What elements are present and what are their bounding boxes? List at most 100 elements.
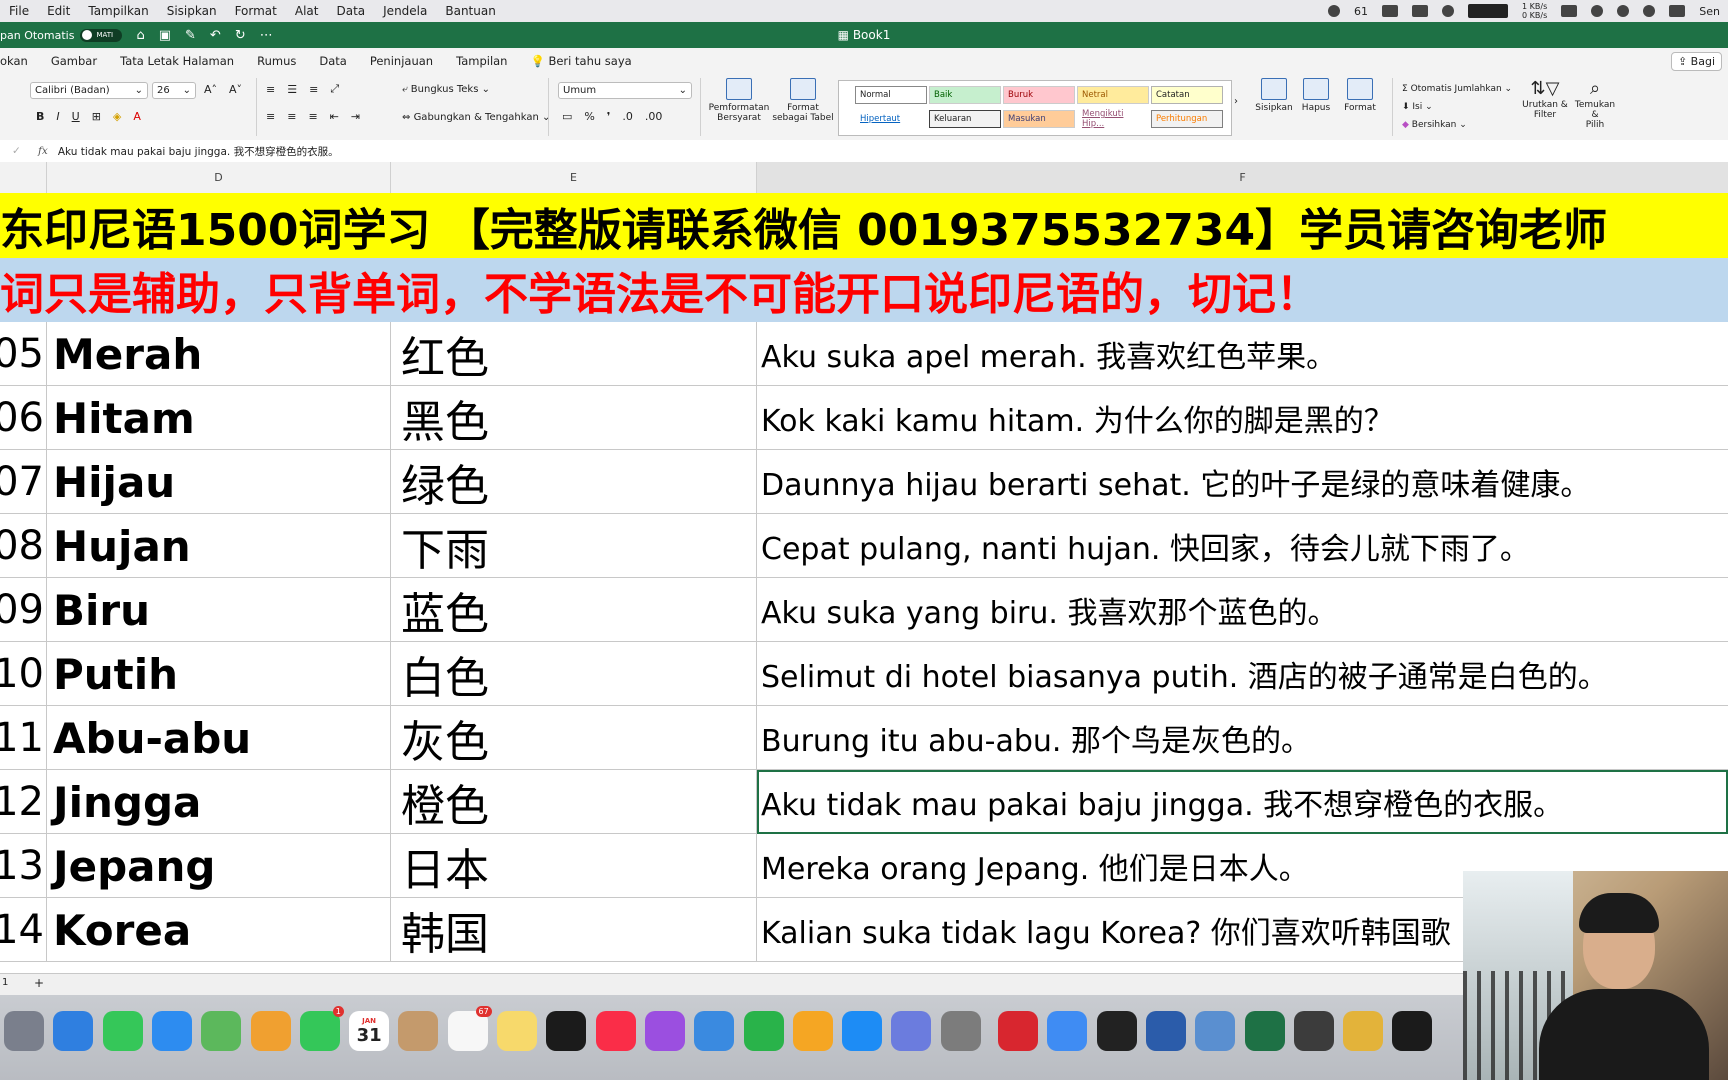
increase-font-icon[interactable]: A˄ [204, 83, 217, 96]
bluetooth-icon[interactable] [1591, 5, 1604, 17]
chinese-meaning-cell[interactable]: 蓝色 [391, 578, 757, 642]
safari-icon[interactable] [53, 1011, 94, 1051]
checkmark-icon[interactable]: ✓ [12, 145, 21, 157]
row-number-cell[interactable]: 13 [0, 834, 47, 898]
sort-filter-button[interactable]: ⇅▽ Urutkan & Filter [1520, 78, 1570, 120]
insert-cells-button[interactable]: Sisipkan [1252, 78, 1296, 113]
align-top-icon[interactable]: ≡ [266, 83, 275, 96]
more-icon[interactable]: ⋯ [260, 28, 273, 43]
align-bottom-icon[interactable]: ≡ [309, 83, 318, 96]
indonesian-word-cell[interactable]: Abu-abu [47, 706, 391, 770]
add-sheet-button[interactable]: + [34, 976, 44, 990]
indent-increase-icon[interactable]: ⇥ [351, 110, 360, 123]
app-store-icon[interactable] [842, 1011, 883, 1051]
style-calculation[interactable]: Perhitungan [1151, 110, 1223, 128]
chinese-meaning-cell[interactable]: 日本 [391, 834, 757, 898]
camera-icon[interactable] [1412, 5, 1429, 17]
row-number-cell[interactable]: 08 [0, 514, 47, 578]
save-icon[interactable]: ▣ [159, 28, 171, 43]
wps-icon[interactable] [998, 1011, 1038, 1051]
tab-formulas[interactable]: Rumus [257, 54, 309, 68]
system-settings-icon[interactable] [940, 1011, 981, 1051]
cloud-icon[interactable] [1442, 5, 1455, 17]
title-banner[interactable]: 东印尼语1500词学习 【完整版请联系微信 0019375532734】学员请咨… [0, 193, 1728, 258]
example-sentence-cell[interactable]: Kok kaki kamu hitam. 为什么你的脚是黑的？ [757, 386, 1728, 450]
chinese-meaning-cell[interactable]: 灰色 [391, 706, 757, 770]
formula-input[interactable]: Aku tidak mau pakai baju jingga. 我不想穿橙色的… [58, 144, 339, 159]
notes-icon[interactable] [497, 1011, 537, 1051]
orientation-icon[interactable]: ⤢ [330, 82, 339, 96]
tab-insert[interactable]: okan [0, 54, 41, 68]
row-number-cell[interactable]: 09 [0, 578, 47, 642]
reminders-icon[interactable]: 67 [447, 1006, 492, 1051]
activity-monitor-icon[interactable] [1096, 1011, 1137, 1051]
menu-view[interactable]: Tampilkan [79, 4, 157, 18]
number-format-dropdown[interactable]: Umum ⌄ [558, 82, 692, 99]
menu-file[interactable]: File [0, 4, 38, 18]
style-note[interactable]: Catatan [1151, 86, 1223, 104]
indonesian-word-cell[interactable]: Jepang [47, 834, 391, 898]
menu-tools[interactable]: Alat [286, 4, 328, 18]
style-normal[interactable]: Normal [855, 86, 927, 104]
chinese-meaning-cell[interactable]: 绿色 [391, 450, 757, 514]
workbook-name[interactable]: Book1 [853, 28, 891, 42]
increase-decimal-icon[interactable]: .0 [622, 110, 633, 123]
column-header-d[interactable]: D [47, 162, 391, 193]
column-header-f[interactable]: F [757, 162, 1728, 193]
music-icon[interactable] [595, 1011, 636, 1051]
excel-icon[interactable] [1244, 1011, 1285, 1051]
font-size-dropdown[interactable]: 26 ⌄ [152, 82, 196, 99]
indonesian-word-cell[interactable]: Putih [47, 642, 391, 706]
mail-icon[interactable] [151, 1011, 192, 1051]
tab-data[interactable]: Data [319, 54, 359, 68]
style-followed-hyperlink[interactable]: Mengikuti Hip... [1077, 109, 1149, 129]
keynote-icon[interactable] [694, 1011, 735, 1051]
share-button[interactable]: ⇪ Bagi [1670, 52, 1722, 71]
chinese-meaning-cell[interactable]: 红色 [391, 322, 757, 386]
indent-decrease-icon[interactable]: ⇤ [330, 110, 339, 123]
row-number-cell[interactable]: 06 [0, 386, 47, 450]
tab-view[interactable]: Tampilan [456, 54, 520, 68]
search-icon[interactable] [1643, 5, 1656, 17]
podcasts-icon[interactable] [644, 1011, 685, 1051]
tv-icon[interactable] [546, 1011, 587, 1051]
menu-insert[interactable]: Sisipkan [158, 4, 226, 18]
tell-me[interactable]: 💡 Beri tahu saya [530, 54, 644, 68]
style-output[interactable]: Keluaran [929, 110, 1001, 128]
battery-icon[interactable] [1561, 5, 1578, 17]
control-center-icon[interactable] [1669, 5, 1686, 17]
styles-more-icon[interactable]: › [1234, 96, 1238, 107]
undo-icon[interactable]: ↶ [210, 28, 221, 43]
autosave-toggle[interactable]: MATI [80, 28, 123, 42]
find-select-button[interactable]: ⌕ Temukan & Pilih [1570, 78, 1620, 130]
style-good[interactable]: Baik [929, 86, 1001, 104]
fill-color-icon[interactable]: ◈ [113, 110, 121, 123]
column-header-c[interactable] [0, 162, 47, 193]
conditional-formatting-button[interactable]: Pemformatan Bersyarat [708, 78, 770, 123]
font-name-dropdown[interactable]: Calibri (Badan) ⌄ [30, 82, 148, 99]
style-input[interactable]: Masukan [1003, 110, 1075, 128]
italic-button[interactable]: I [56, 110, 59, 123]
row-number-cell[interactable]: 05 [0, 322, 47, 386]
menu-edit[interactable]: Edit [38, 4, 79, 18]
format-cells-button[interactable]: Format [1338, 78, 1382, 113]
chinese-meaning-cell[interactable]: 韩国 [391, 898, 757, 962]
format-as-table-button[interactable]: Format sebagai Tabel [772, 78, 834, 123]
edit-icon[interactable]: ✎ [185, 28, 196, 43]
indonesian-word-cell[interactable]: Jingga [47, 770, 391, 834]
autosum-button[interactable]: Σ Otomatis Jumlahkan ⌄ [1402, 80, 1512, 98]
contacts-icon[interactable] [398, 1011, 439, 1051]
example-sentence-cell[interactable]: Aku suka yang biru. 我喜欢那个蓝色的。 [757, 578, 1728, 642]
font-color-icon[interactable]: A [133, 110, 141, 123]
decrease-font-icon[interactable]: A˅ [229, 83, 242, 96]
warning-banner[interactable]: 词只是辅助，只背单词，不学语法是不可能开口说印尼语的，切记！ [0, 258, 1728, 322]
menu-window[interactable]: Jendela [374, 4, 436, 18]
align-right-icon[interactable]: ≡ [308, 110, 317, 123]
calculator-icon[interactable] [1293, 1011, 1334, 1051]
indonesian-word-cell[interactable]: Korea [47, 898, 391, 962]
delete-cells-button[interactable]: Hapus [1296, 78, 1336, 113]
tab-review[interactable]: Peninjauan [370, 54, 446, 68]
example-sentence-cell[interactable]: Selimut di hotel biasanya putih. 酒店的被子通常… [757, 642, 1728, 706]
indonesian-word-cell[interactable]: Hijau [47, 450, 391, 514]
sheet-tab[interactable]: 1 [2, 977, 8, 988]
